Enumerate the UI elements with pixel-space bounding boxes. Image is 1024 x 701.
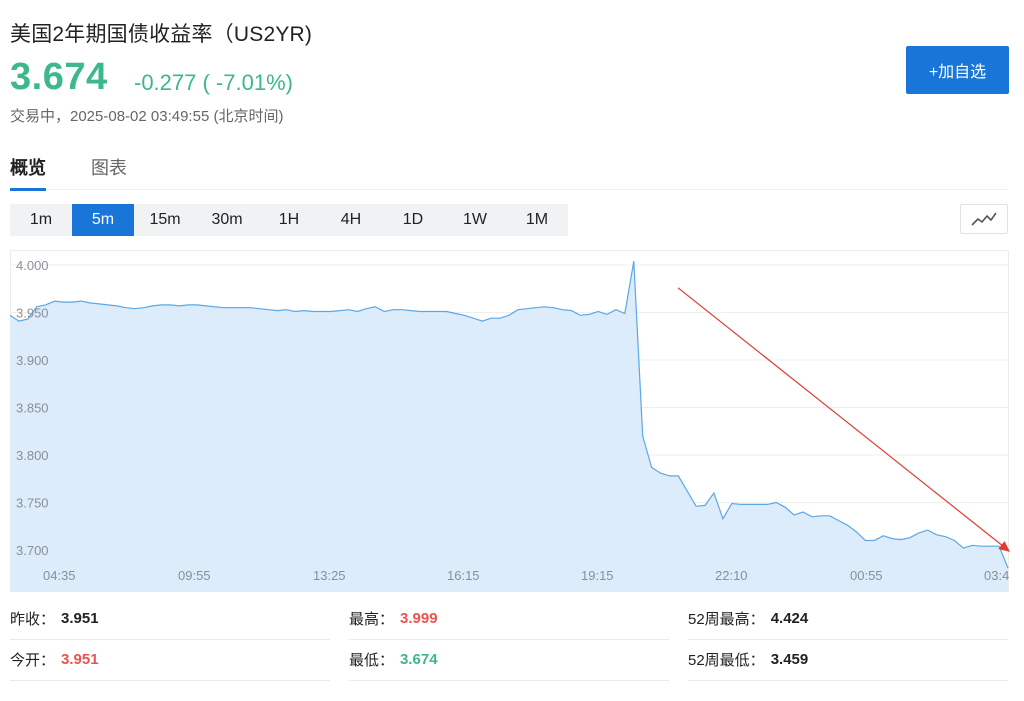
page-title: 美国2年期国债收益率（US2YR) [10,23,313,46]
line-chart-icon [971,212,997,226]
trading-status: 交易中，2025-08-02 03:49:55 (北京时间) [10,108,284,125]
tab-bar: 概览 图表 [10,150,1008,191]
chart-type-button[interactable] [960,204,1008,234]
price-chart-svg: 4.000 3.950 3.900 3.850 3.800 3.750 3.700 04:3… [10,250,1010,592]
period-1d[interactable]: 1D [382,204,444,236]
price-area [10,261,1008,592]
y-tick-label: 3.850 [16,401,49,416]
stat-label: 52周最低： [688,652,765,669]
stat-value: 3.999 [400,610,438,627]
stat-low: 最低： 3.674 [349,639,669,681]
stat-label: 52周最高： [688,611,765,628]
stat-high: 最高： 3.999 [349,598,669,640]
y-tick-label: 3.950 [16,306,49,321]
tab-chart[interactable]: 图表 [91,154,127,188]
x-tick-label: 09:55 [178,568,211,583]
stat-value: 3.674 [400,651,438,668]
stat-52w-high: 52周最高： 4.424 [688,598,1008,640]
y-tick-label: 3.900 [16,353,49,368]
current-price: 3.674 [10,56,108,98]
tab-overview[interactable]: 概览 [10,154,46,191]
x-tick-label: 19:15 [581,568,614,583]
y-tick-label: 3.700 [16,543,49,558]
x-tick-label: 16:15 [447,568,480,583]
x-tick-label: 03:4 [984,568,1009,583]
stat-value: 4.424 [770,610,809,627]
price-change: -0.277 ( -7.01%) [134,70,293,95]
stat-label: 昨收： [10,611,56,628]
y-tick-label: 3.800 [16,448,49,463]
period-5m[interactable]: 5m [72,204,134,236]
y-tick-label: 3.750 [16,496,49,511]
period-1mo[interactable]: 1M [506,204,568,236]
stat-label: 最高： [349,611,395,628]
stat-label: 最低： [349,652,395,669]
stat-label: 今开： [10,652,56,669]
period-30m[interactable]: 30m [196,204,258,236]
period-selector: 1m 5m 15m 30m 1H 4H 1D 1W 1M [10,204,568,236]
stat-value: 3.951 [61,610,99,627]
stat-open: 今开： 3.951 [10,639,330,681]
period-1m[interactable]: 1m [10,204,72,236]
price-chart: 4.000 3.950 3.900 3.850 3.800 3.750 3.700 04:3… [10,250,1010,592]
add-to-watchlist-button[interactable]: +加自选 [906,46,1009,94]
x-tick-label: 04:35 [43,568,76,583]
stat-value: 3.951 [61,651,99,668]
x-tick-label: 00:55 [850,568,883,583]
y-tick-label: 4.000 [16,258,49,273]
stat-value: 3.459 [770,651,809,668]
period-4h[interactable]: 4H [320,204,382,236]
x-tick-label: 13:25 [313,568,346,583]
trend-arrow-line [677,287,1005,548]
period-1w[interactable]: 1W [444,204,506,236]
stat-prev-close: 昨收： 3.951 [10,598,330,640]
period-1h[interactable]: 1H [258,204,320,236]
period-15m[interactable]: 15m [134,204,196,236]
x-tick-label: 22:10 [715,568,748,583]
stat-52w-low: 52周最低： 3.459 [688,639,1008,681]
